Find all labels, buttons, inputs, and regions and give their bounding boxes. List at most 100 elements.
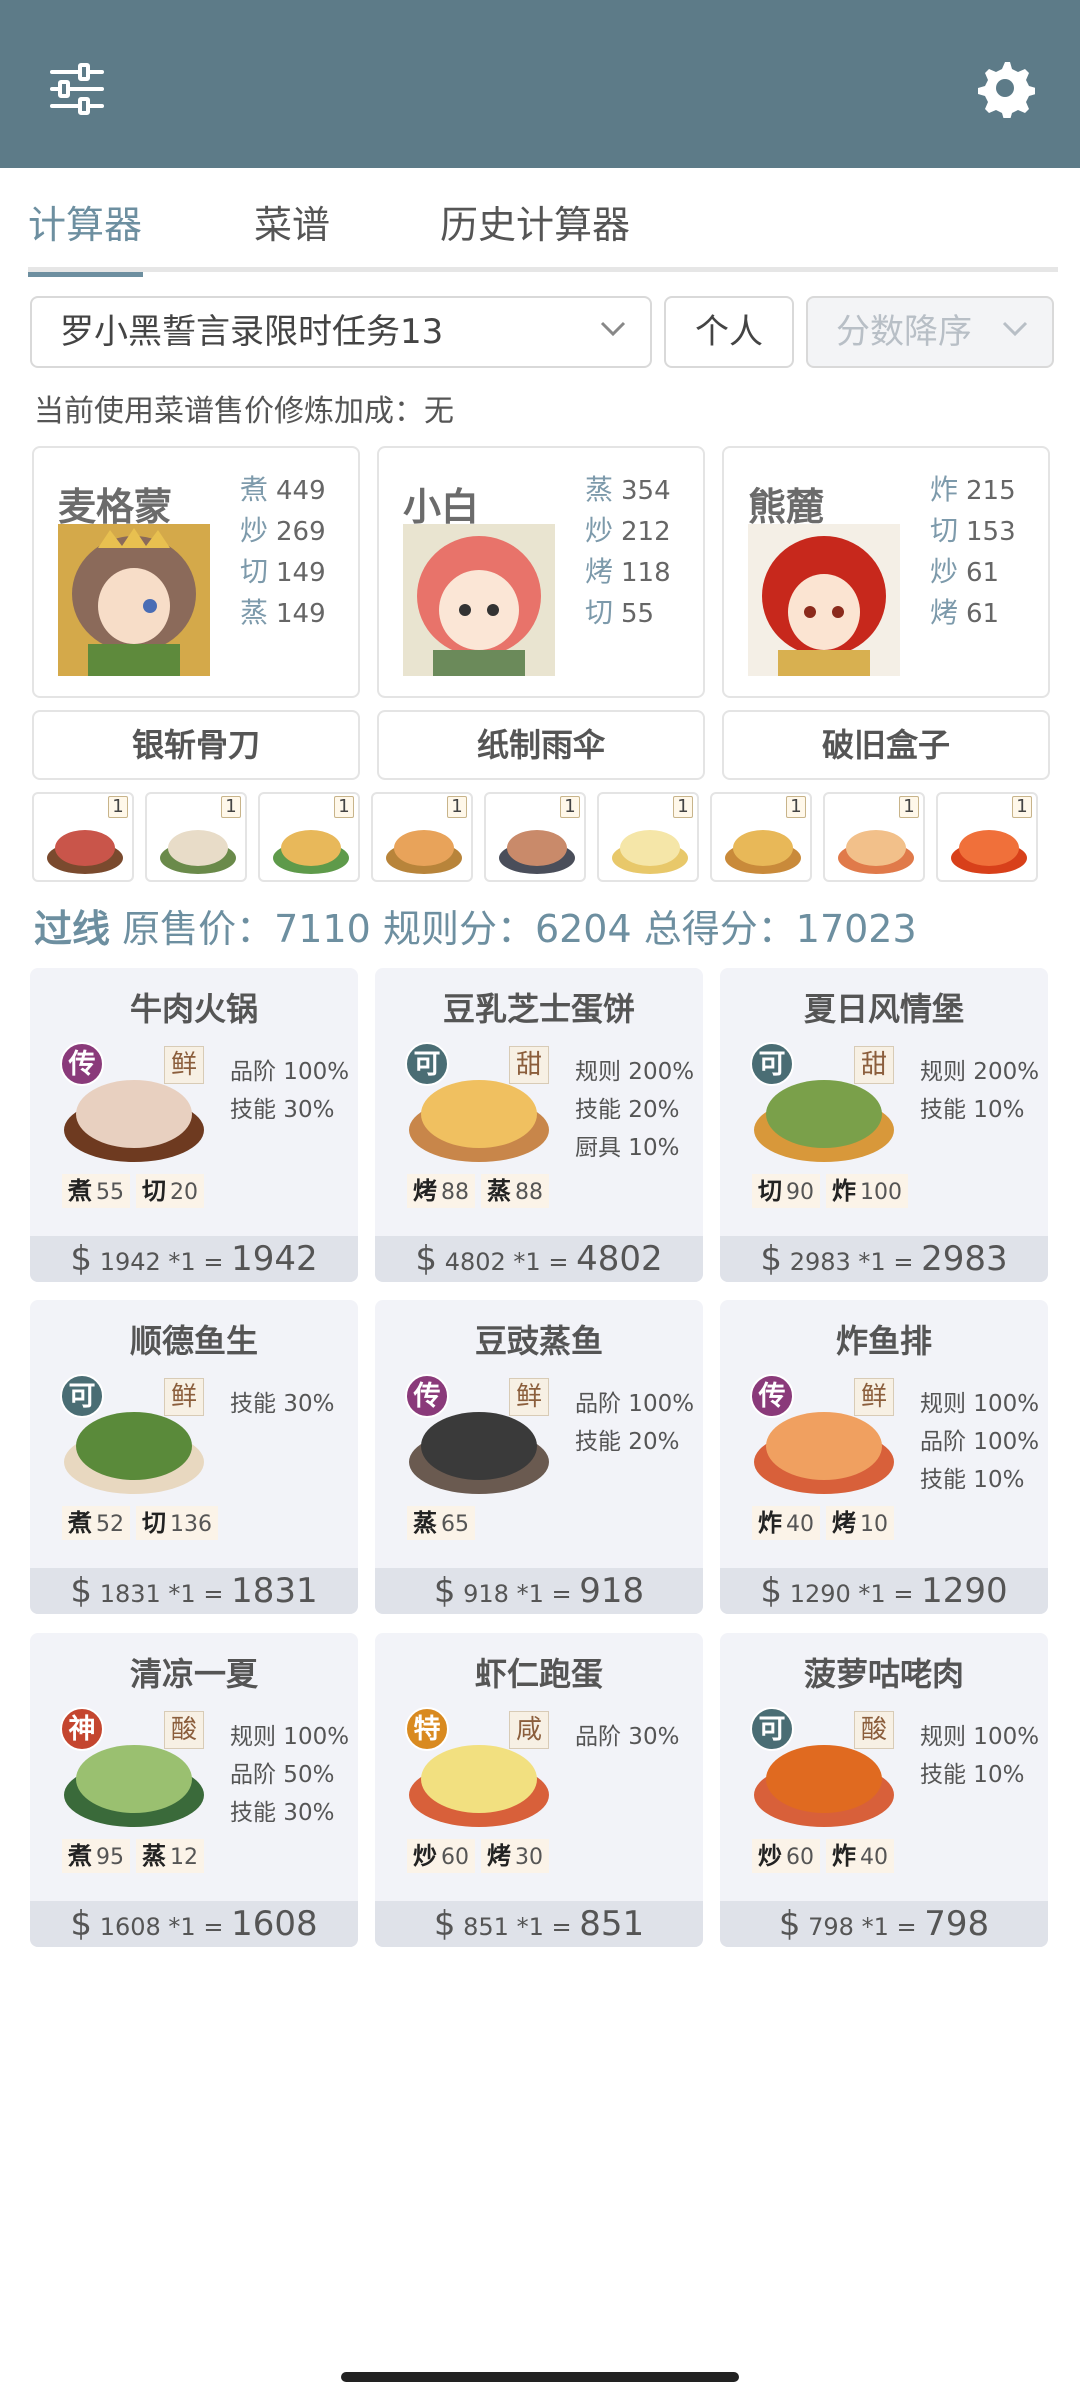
sort-select[interactable]: 分数降序 <box>806 296 1054 368</box>
dish-requirements: 煮 95 蒸 12 <box>62 1839 204 1873</box>
dish-icon <box>951 830 1027 874</box>
dish-card[interactable]: 虾仁跑蛋特 咸品阶 30% 炒 60 烤 30 $ 851 *1 = 851 <box>375 1633 703 1947</box>
dish-requirement: 炸 100 <box>826 1174 908 1208</box>
gear-icon[interactable] <box>975 58 1036 120</box>
dish-buffs: 品阶 100% 技能 30% <box>230 1052 349 1128</box>
dish-requirements: 煮 52 切 136 <box>62 1506 218 1540</box>
chef-skills: 煮 449 炒 269 切 149 蒸 149 <box>240 468 356 632</box>
selected-dish-thumb[interactable]: 1 <box>371 792 473 882</box>
pass-status: 过线 <box>34 907 111 951</box>
dish-card[interactable]: 牛肉火锅传 鲜品阶 100% 技能 30% 煮 55 切 20 $ 1942 *1 = 194… <box>30 968 358 1282</box>
tab-history-calculator[interactable]: 历史计算器 <box>440 194 630 272</box>
flavor-badge: 咸 <box>509 1711 549 1749</box>
dish-requirement: 蒸 12 <box>136 1839 204 1873</box>
chevron-down-icon <box>1002 321 1028 337</box>
dish-buff: 技能 30% <box>230 1800 335 1826</box>
dish-quantity: 1 <box>1012 796 1032 818</box>
dish-price: 1608 <box>99 1913 161 1941</box>
dish-icon <box>160 830 236 874</box>
chef-name: 麦格蒙 <box>58 485 173 529</box>
equipment-button[interactable]: 银斩骨刀 <box>32 710 360 780</box>
dish-quantity: 1 <box>334 796 354 818</box>
dish-price: 2983 <box>789 1248 851 1276</box>
total-score-label: 总得分： <box>643 907 796 951</box>
selected-dish-thumb[interactable]: 1 <box>258 792 360 882</box>
dish-buff: 规则 100% <box>920 1391 1040 1417</box>
task-select[interactable]: 罗小黑誓言录限时任务13 <box>30 296 652 368</box>
selected-dish-thumb[interactable]: 1 <box>597 792 699 882</box>
dish-requirement: 蒸 88 <box>481 1174 549 1208</box>
dish-requirement: 炒 60 <box>752 1839 820 1873</box>
dish-price: 1942 <box>99 1248 161 1276</box>
dish-card[interactable]: 炸鱼排传 鲜规则 100% 品阶 100% 技能 10% 炸 40 烤 10 $ 1290 *1… <box>720 1300 1048 1614</box>
dish-buff: 规则 100% <box>920 1724 1040 1750</box>
selected-dish-thumb[interactable]: 1 <box>145 792 247 882</box>
scope-select[interactable]: 个人 <box>664 296 794 368</box>
selected-dish-thumb[interactable]: 1 <box>484 792 586 882</box>
dish-buff: 品阶 100% <box>230 1059 350 1085</box>
rule-score-label: 规则分： <box>382 907 535 951</box>
sliders-icon[interactable] <box>44 62 110 116</box>
dish-icon <box>612 830 688 874</box>
dollar-icon: $ <box>778 1904 801 1944</box>
rarity-badge: 神 <box>60 1707 104 1751</box>
chef-card[interactable]: 小白 蒸 354 炒 212 烤 118 切 55 <box>377 446 705 698</box>
dish-price: 1290 <box>789 1580 851 1608</box>
dish-total: 2983 <box>921 1239 1008 1279</box>
total-score-value: 17023 <box>795 907 917 951</box>
dish-requirements: 炸 40 烤 10 <box>752 1506 894 1540</box>
dish-buff: 规则 200% <box>575 1059 695 1085</box>
chef-card[interactable]: 麦格蒙 煮 449 炒 269 切 149 蒸 149 <box>32 446 360 698</box>
dish-icon <box>273 830 349 874</box>
selected-dish-thumb[interactable]: 1 <box>936 792 1038 882</box>
chef-skill: 烤 61 <box>930 596 1000 629</box>
dish-requirement: 烤 30 <box>481 1839 549 1873</box>
dish-card[interactable]: 清凉一夏神 酸规则 100% 品阶 50% 技能 30% 煮 95 蒸 12 $ 1608 *1… <box>30 1633 358 1947</box>
dish-requirements: 煮 55 切 20 <box>62 1174 204 1208</box>
dish-total: 4802 <box>576 1239 663 1279</box>
tab-bar: 计算器 菜谱 历史计算器 <box>28 168 1058 277</box>
equipment-button[interactable]: 纸制雨伞 <box>377 710 705 780</box>
dish-buff: 技能 20% <box>575 1429 680 1455</box>
rarity-badge: 特 <box>405 1707 449 1751</box>
rarity-badge: 可 <box>750 1042 794 1086</box>
dish-total: 1831 <box>231 1571 318 1611</box>
chef-skill: 切 149 <box>240 555 326 588</box>
dish-card[interactable]: 菠萝咕咾肉可 酸规则 100% 技能 10% 炒 60 炸 40 $ 798 *1 = 798 <box>720 1633 1048 1947</box>
selected-dish-thumb[interactable]: 1 <box>823 792 925 882</box>
tab-recipes[interactable]: 菜谱 <box>254 194 330 272</box>
dish-requirement: 切 136 <box>136 1506 218 1540</box>
chef-card[interactable]: 熊麓 炸 215 切 153 炒 61 烤 61 <box>722 446 1050 698</box>
dish-requirement: 烤 88 <box>407 1174 475 1208</box>
dish-total: 1290 <box>921 1571 1008 1611</box>
dish-quantity: 1 <box>221 796 241 818</box>
rarity-badge: 可 <box>60 1374 104 1418</box>
dish-requirement: 煮 55 <box>62 1174 130 1208</box>
dish-buffs: 规则 200% 技能 10% <box>920 1052 1039 1128</box>
rarity-badge: 可 <box>750 1707 794 1751</box>
selected-dish-thumb[interactable]: 1 <box>32 792 134 882</box>
dish-card[interactable]: 夏日风情堡可 甜规则 200% 技能 10% 切 90 炸 100 $ 2983 *1 = 2… <box>720 968 1048 1282</box>
dish-card[interactable]: 顺德鱼生可 鲜技能 30% 煮 52 切 136 $ 1831 *1 = 1831 <box>30 1300 358 1614</box>
dish-buff: 技能 10% <box>920 1467 1025 1493</box>
dish-total: 798 <box>924 1904 990 1944</box>
dish-requirements: 烤 88 蒸 88 <box>407 1174 549 1208</box>
dish-card[interactable]: 豆乳芝士蛋饼可 甜规则 200% 技能 20% 厨具 10% 烤 88 蒸 88 $ 4802 … <box>375 968 703 1282</box>
dish-requirements: 蒸 65 <box>407 1506 475 1540</box>
dish-price-bar: $ 1608 *1 = 1608 <box>30 1901 358 1947</box>
dish-price-bar: $ 4802 *1 = 4802 <box>375 1236 703 1282</box>
dish-requirement: 炒 60 <box>407 1839 475 1873</box>
tab-calculator[interactable]: 计算器 <box>28 194 143 277</box>
dish-quantity: 1 <box>786 796 806 818</box>
dish-multiplier: *1 <box>513 1248 541 1276</box>
flavor-badge: 鲜 <box>854 1378 894 1416</box>
dish-price: 1831 <box>99 1580 161 1608</box>
rarity-badge: 可 <box>405 1042 449 1086</box>
scope-select-value: 个人 <box>695 312 763 352</box>
equipment-button[interactable]: 破旧盒子 <box>722 710 1050 780</box>
chef-skill: 炸 215 <box>930 473 1016 506</box>
dish-icon <box>386 830 462 874</box>
selected-dish-thumb[interactable]: 1 <box>710 792 812 882</box>
dish-card[interactable]: 豆豉蒸鱼传 鲜品阶 100% 技能 20% 蒸 65 $ 918 *1 = 918 <box>375 1300 703 1614</box>
dish-multiplier: *1 <box>858 1580 886 1608</box>
